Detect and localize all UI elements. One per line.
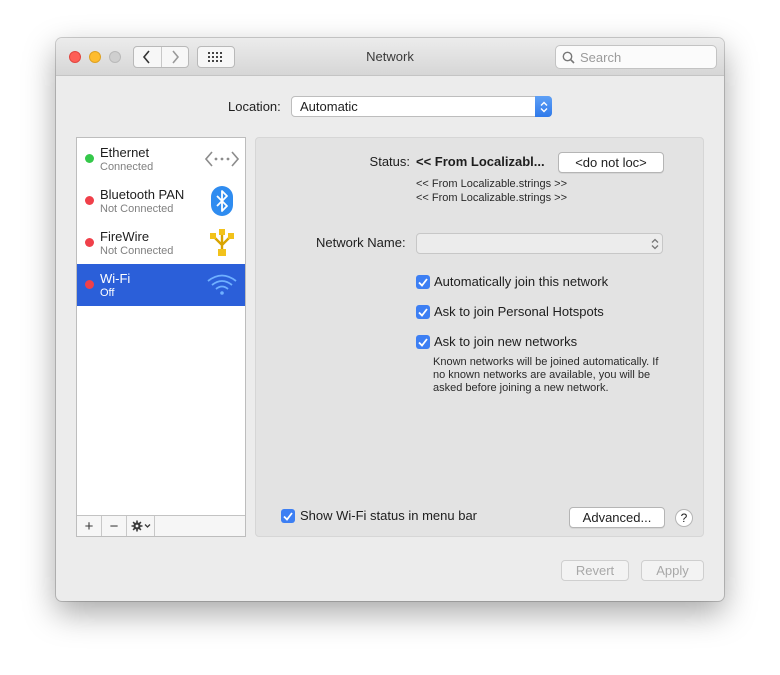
checkmark-icon bbox=[418, 307, 428, 317]
action-menu-button[interactable] bbox=[127, 516, 155, 536]
bluetooth-icon bbox=[205, 184, 239, 218]
auto-join-checkbox[interactable] bbox=[416, 275, 430, 289]
select-arrows-icon bbox=[651, 238, 659, 250]
remove-service-button[interactable]: − bbox=[102, 516, 127, 536]
new-networks-label[interactable]: Ask to join new networks bbox=[434, 334, 577, 349]
service-list: Ethernet Connected Bluetooth PAN Not Con… bbox=[76, 137, 246, 537]
service-status: Not Connected bbox=[100, 245, 174, 257]
location-value: Automatic bbox=[300, 99, 358, 114]
new-networks-checkbox[interactable] bbox=[416, 335, 430, 349]
status-dot bbox=[85, 196, 94, 205]
network-name-select[interactable] bbox=[416, 233, 663, 254]
service-name: FireWire bbox=[100, 229, 150, 244]
status-dot bbox=[85, 238, 94, 247]
personal-hotspots-label[interactable]: Ask to join Personal Hotspots bbox=[434, 304, 604, 319]
search-placeholder: Search bbox=[580, 50, 622, 65]
wifi-icon bbox=[205, 268, 239, 302]
service-name: Bluetooth PAN bbox=[100, 187, 185, 202]
select-arrows-icon bbox=[535, 96, 552, 117]
new-networks-note: Known networks will be joined automatica… bbox=[433, 356, 659, 394]
show-menu-bar-label[interactable]: Show Wi-Fi status in menu bar bbox=[300, 508, 477, 523]
search-icon bbox=[562, 51, 575, 64]
help-button[interactable]: ? bbox=[675, 509, 693, 527]
checkmark-icon bbox=[283, 511, 293, 521]
service-name: Wi-Fi bbox=[100, 271, 131, 286]
advanced-button[interactable]: Advanced... bbox=[569, 507, 665, 528]
service-item-firewire[interactable]: FireWire Not Connected bbox=[77, 222, 245, 264]
title-bar: Network Search bbox=[56, 38, 724, 76]
gear-icon bbox=[131, 520, 150, 532]
location-label: Location: bbox=[228, 99, 281, 114]
service-status: Off bbox=[100, 287, 115, 299]
add-service-button[interactable]: + bbox=[77, 516, 102, 536]
service-list-toolbar: + − bbox=[77, 515, 245, 536]
status-label: Status: bbox=[369, 154, 410, 169]
show-menu-bar-checkbox[interactable] bbox=[281, 509, 295, 523]
service-status: Not Connected bbox=[100, 203, 174, 215]
service-item-bluetooth-pan[interactable]: Bluetooth PAN Not Connected bbox=[77, 180, 245, 222]
search-field[interactable]: Search bbox=[555, 45, 717, 69]
status-action-button[interactable]: <do not loc> bbox=[558, 152, 664, 173]
network-preferences-window: Network Search Location: Automatic Ether… bbox=[56, 38, 724, 601]
checkmark-icon bbox=[418, 277, 428, 287]
status-value: << From Localizabl... bbox=[416, 154, 545, 169]
ethernet-icon bbox=[205, 142, 239, 176]
service-item-ethernet[interactable]: Ethernet Connected bbox=[77, 138, 245, 180]
wifi-detail-pane: Status: << From Localizabl... <do not lo… bbox=[255, 137, 704, 537]
status-detail-line-2: << From Localizable.strings >> bbox=[416, 192, 568, 204]
revert-button[interactable]: Revert bbox=[561, 560, 629, 581]
service-status: Connected bbox=[100, 161, 154, 173]
status-detail-line-1: << From Localizable.strings >> bbox=[416, 178, 568, 190]
location-select[interactable]: Automatic bbox=[291, 96, 552, 117]
status-dot bbox=[85, 280, 94, 289]
auto-join-label[interactable]: Automatically join this network bbox=[434, 274, 608, 289]
service-name: Ethernet bbox=[100, 145, 150, 160]
firewire-icon bbox=[205, 226, 239, 260]
checkmark-icon bbox=[418, 337, 428, 347]
personal-hotspots-checkbox[interactable] bbox=[416, 305, 430, 319]
apply-button[interactable]: Apply bbox=[641, 560, 704, 581]
status-dot bbox=[85, 154, 94, 163]
network-name-label: Network Name: bbox=[316, 235, 406, 250]
service-item-wifi[interactable]: Wi-Fi Off bbox=[77, 264, 245, 306]
